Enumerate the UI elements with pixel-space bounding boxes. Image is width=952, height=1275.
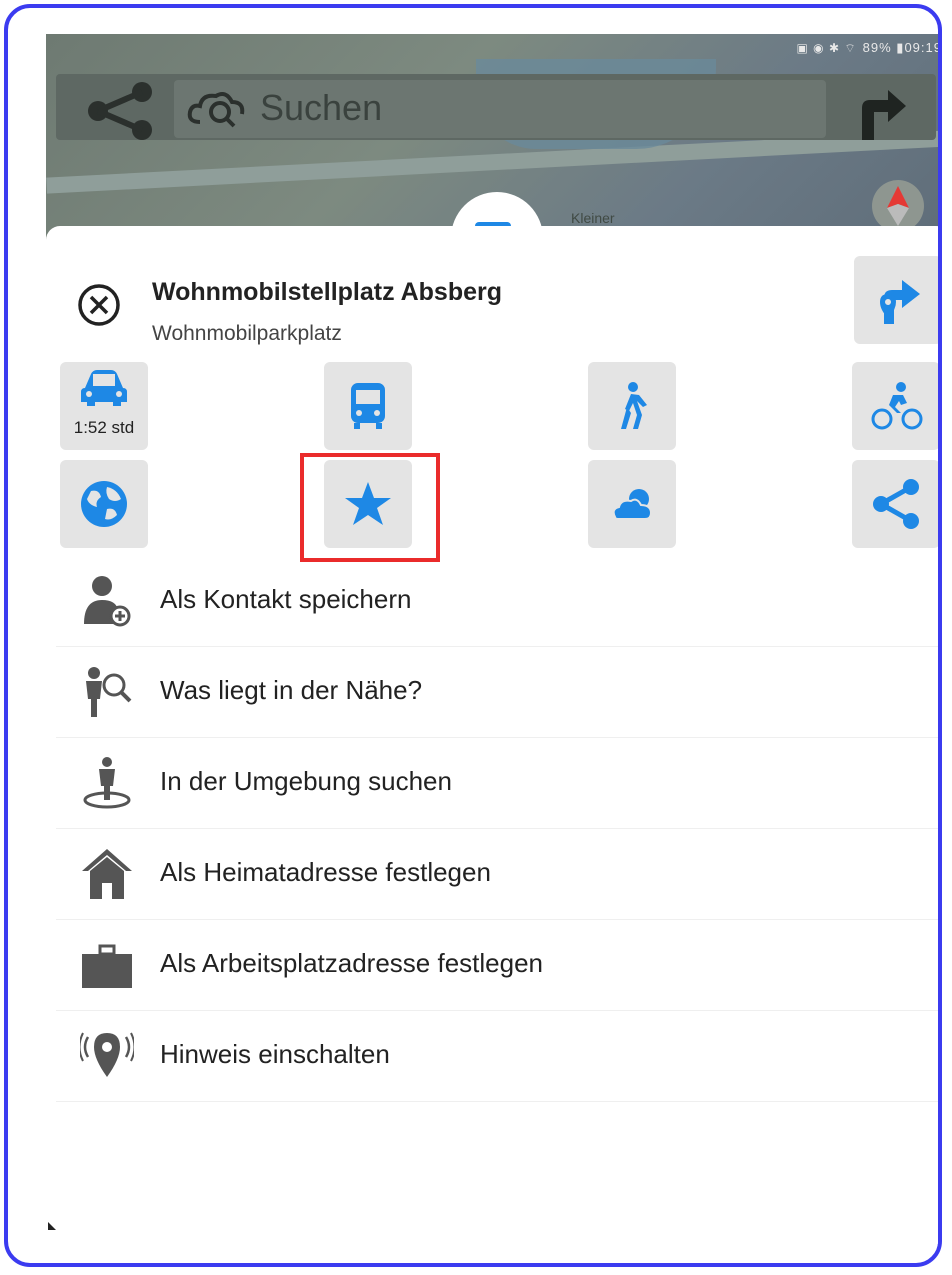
route-icon [880,280,920,324]
briefcase-icon [80,938,134,992]
menu-item-label: Als Heimatadresse festlegen [160,857,491,887]
action-menu: Als Kontakt speichern Was liegt in der N… [46,556,938,1102]
share-icon[interactable] [84,82,160,140]
cloud-search-icon [186,88,248,130]
close-icon [78,284,120,326]
highlight-box [300,453,440,562]
car-route-button[interactable]: 1:52 std [60,362,148,450]
search-placeholder: Suchen [260,87,383,128]
close-button[interactable] [76,282,122,328]
location-alert-icon [78,1029,136,1083]
screen-corner-right [940,1222,942,1230]
menu-item-search-around[interactable]: In der Umgebung suchen [56,738,938,829]
public-transport-button[interactable] [324,362,412,450]
walking-icon [621,382,647,429]
battery-level: 89% [862,40,892,55]
add-contact-icon [80,574,134,628]
menu-item-label: Als Kontakt speichern [160,584,412,614]
menu-item-set-work[interactable]: Als Arbeitsplatzadresse festlegen [56,920,938,1011]
menu-item-save-contact[interactable]: Als Kontakt speichern [56,556,938,647]
car-icon [81,370,127,406]
website-button[interactable] [60,460,148,548]
share-icon [873,479,919,529]
place-title: Wohnmobilstellplatz Absberg [152,278,503,306]
nearby-search-icon [80,665,134,719]
search-input[interactable]: Suchen [174,80,826,138]
menu-item-set-home[interactable]: Als Heimatadresse festlegen [56,829,938,920]
turn-right-icon[interactable] [854,86,908,140]
bike-route-button[interactable] [852,362,938,450]
weather-icon [612,489,653,520]
screen: Kleiner ▣ ◉ ✱ ⌔ 89% ▮09:19 Suchen Wohnmo… [46,34,942,1244]
bicycle-icon [871,382,923,430]
compass-icon[interactable] [872,180,924,232]
walk-route-button[interactable] [588,362,676,450]
menu-item-label: Hinweis einschalten [160,1039,390,1069]
home-icon [80,847,134,901]
search-around-icon [80,756,134,810]
menu-item-nearby[interactable]: Was liegt in der Nähe? [56,647,938,738]
share-button[interactable] [852,460,938,548]
menu-item-label: In der Umgebung suchen [160,766,452,796]
menu-item-enable-alert[interactable]: Hinweis einschalten [56,1011,938,1102]
clock: 09:19 [904,40,942,55]
screen-corner-left [48,1222,56,1230]
navigate-button[interactable] [854,256,938,344]
menu-item-label: Als Arbeitsplatzadresse festlegen [160,948,543,978]
weather-button[interactable] [588,460,676,548]
bus-icon [351,383,385,429]
place-subtitle: Wohnmobilparkplatz [152,322,342,345]
status-bar: ▣ ◉ ✱ ⌔ 89% ▮09:19 [796,40,942,56]
globe-icon [81,481,127,527]
car-travel-time: 1:52 std [73,418,135,437]
status-icons: ▣ ◉ ✱ ⌔ [796,41,857,55]
menu-item-label: Was liegt in der Nähe? [160,675,423,705]
map-label: Kleiner [571,210,615,226]
device-frame: Kleiner ▣ ◉ ✱ ⌔ 89% ▮09:19 Suchen Wohnmo… [4,4,942,1267]
